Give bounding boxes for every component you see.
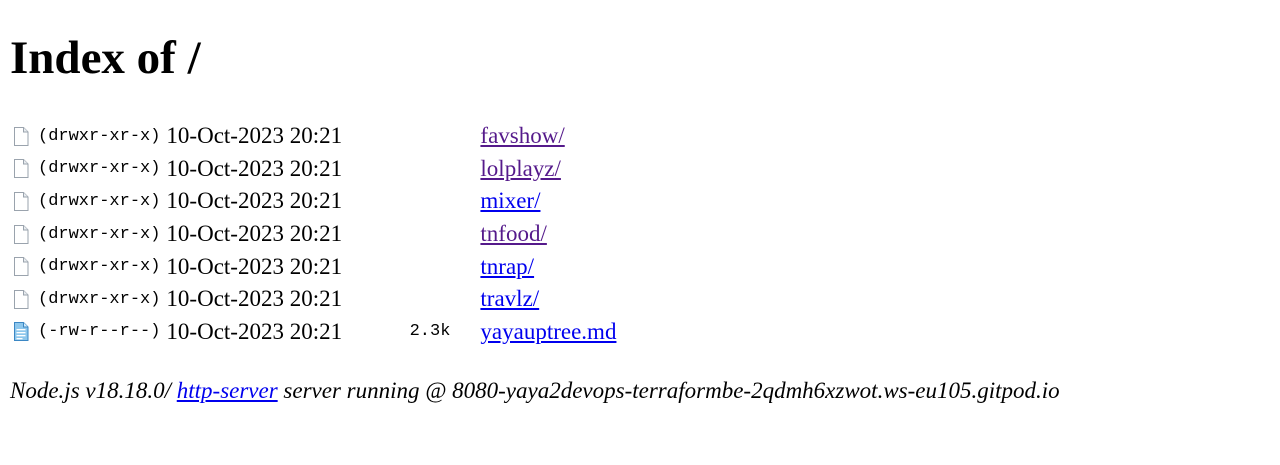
file-size (386, 153, 480, 186)
file-size (386, 185, 480, 218)
file-icon (14, 257, 29, 277)
http-server-link[interactable]: http-server (177, 378, 278, 403)
file-size (386, 120, 480, 153)
text-file-icon (14, 322, 29, 342)
file-size (386, 250, 480, 283)
file-size: 2.3k (409, 322, 451, 342)
page-title: Index of / (10, 32, 201, 84)
entry-link-mixer[interactable]: mixer/ (480, 188, 540, 213)
modified-date: 10-Oct-2023 20:21 (166, 318, 343, 344)
permissions: (drwxr-xr-x) (38, 257, 161, 277)
file-icon (14, 289, 29, 309)
table-row: (drwxr-xr-x) 10-Oct-2023 20:21 tnrap/ (13, 250, 616, 283)
table-row: (-rw-r--r--) 10-Oct-2023 20:21 2.3k yaya… (13, 316, 616, 349)
table-row: (drwxr-xr-x) 10-Oct-2023 20:21 travlz/ (13, 283, 616, 316)
file-icon (14, 191, 29, 211)
table-row: (drwxr-xr-x) 10-Oct-2023 20:21 tnfood/ (13, 218, 616, 251)
table-row: (drwxr-xr-x) 10-Oct-2023 20:21 favshow/ (13, 120, 616, 153)
entry-link-favshow[interactable]: favshow/ (480, 123, 564, 148)
modified-date: 10-Oct-2023 20:21 (166, 221, 343, 247)
permissions: (drwxr-xr-x) (38, 159, 161, 179)
modified-date: 10-Oct-2023 20:21 (166, 123, 343, 149)
file-icon (14, 126, 29, 146)
entry-link-tnrap[interactable]: tnrap/ (480, 254, 534, 279)
server-footer: Node.js v18.18.0/ http-server server run… (10, 376, 1060, 406)
file-icon (14, 159, 29, 179)
permissions: (-rw-r--r--) (38, 322, 161, 342)
entry-link-lolplayz[interactable]: lolplayz/ (480, 156, 560, 181)
table-row: (drwxr-xr-x) 10-Oct-2023 20:21 mixer/ (13, 185, 616, 218)
permissions: (drwxr-xr-x) (38, 191, 161, 211)
permissions: (drwxr-xr-x) (38, 224, 161, 244)
entry-link-yayauptree-md[interactable]: yayauptree.md (480, 319, 616, 344)
modified-date: 10-Oct-2023 20:21 (166, 253, 343, 279)
directory-listing: (drwxr-xr-x) 10-Oct-2023 20:21 favshow/ … (13, 120, 616, 348)
footer-prefix: Node.js v18.18.0/ (10, 378, 177, 403)
modified-date: 10-Oct-2023 20:21 (166, 286, 343, 312)
modified-date: 10-Oct-2023 20:21 (166, 188, 343, 214)
entry-link-tnfood[interactable]: tnfood/ (480, 221, 546, 246)
file-size (386, 283, 480, 316)
permissions: (drwxr-xr-x) (38, 289, 161, 309)
file-icon (14, 224, 29, 244)
permissions: (drwxr-xr-x) (38, 126, 161, 146)
file-size (386, 218, 480, 251)
footer-suffix: server running @ 8080-yaya2devops-terraf… (277, 378, 1060, 403)
table-row: (drwxr-xr-x) 10-Oct-2023 20:21 lolplayz/ (13, 153, 616, 186)
modified-date: 10-Oct-2023 20:21 (166, 155, 343, 181)
entry-link-travlz[interactable]: travlz/ (480, 286, 539, 311)
